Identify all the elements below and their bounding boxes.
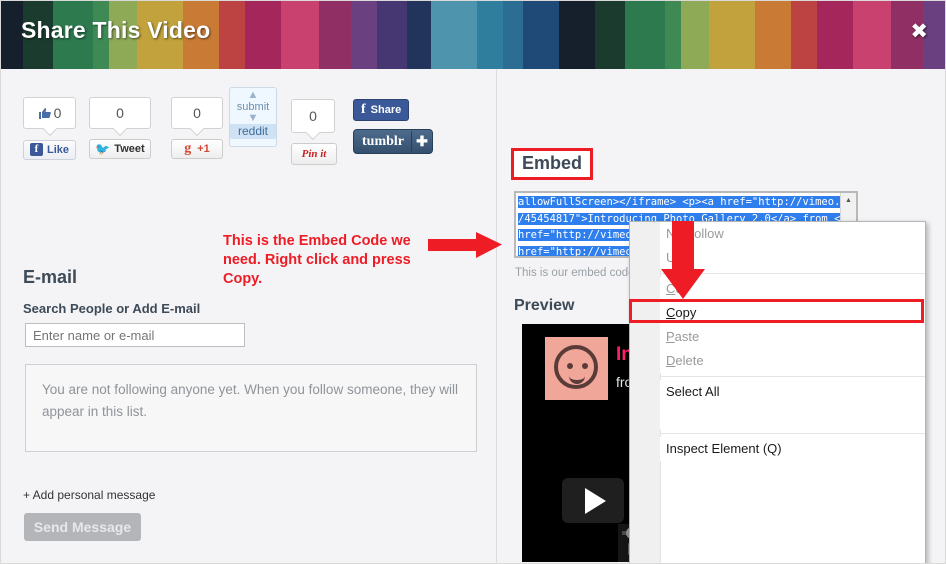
header-stripe [1, 1, 23, 69]
context-menu-item-select-all[interactable]: Select All [660, 380, 925, 404]
facebook-count-bubble: 0 [23, 97, 77, 129]
embed-section-heading: Embed [511, 148, 594, 180]
tumblr-label: tumblr [362, 133, 404, 149]
header-stripe [377, 1, 407, 69]
reddit-box[interactable]: ▲ submit ▼ reddit [229, 87, 277, 147]
google-plusone-label: +1 [197, 143, 210, 155]
google-count-bubble: 0 [171, 97, 223, 129]
header-stripe [407, 1, 431, 69]
header-stripe [219, 1, 245, 69]
embed-code-note: This is our embed code [515, 267, 635, 279]
annotation-text: This is the Embed Code we need. Right cl… [223, 233, 411, 287]
send-message-button[interactable]: Send Message [24, 513, 141, 541]
header-stripe [319, 1, 351, 69]
context-menu-separator [660, 433, 925, 434]
header-stripe [681, 1, 709, 69]
facebook-share-widget[interactable]: f Share tumblr ✚ [353, 99, 433, 154]
scroll-up-icon[interactable]: ▲ [841, 193, 856, 208]
share-video-dialog: Share This Video ✖ 0 f Like 0 🐦 Tweet 0 … [0, 0, 946, 564]
header-stripe [477, 1, 503, 69]
header-stripe [523, 1, 559, 69]
header-stripe [431, 1, 477, 69]
dialog-body: 0 f Like 0 🐦 Tweet 0 g +1 ▲ submit ▼ red… [1, 69, 945, 563]
email-search-label: Search People or Add E-mail [23, 301, 201, 316]
header-stripe [281, 1, 319, 69]
google-plusone-widget[interactable]: 0 g +1 [171, 97, 223, 159]
thumbs-up-icon [38, 108, 51, 119]
header-stripe [595, 1, 625, 69]
header-stripe [709, 1, 755, 69]
header-stripe [853, 1, 891, 69]
facebook-share-button[interactable]: f Share [353, 99, 410, 121]
header-stripe [245, 1, 281, 69]
pinterest-count: 0 [309, 108, 317, 124]
reddit-submit-widget[interactable]: ▲ submit ▼ reddit [229, 87, 277, 147]
facebook-like-widget[interactable]: 0 f Like [23, 97, 77, 160]
header-stripe [755, 1, 791, 69]
annotation-arrow-right-icon [428, 232, 502, 258]
pinterest-widget[interactable]: 0 Pin it [291, 99, 337, 165]
avatar [545, 337, 608, 400]
context-menu-item-copy[interactable]: Copy [660, 301, 925, 325]
google-plus-icon: g [184, 141, 192, 156]
tumblr-share-button[interactable]: tumblr ✚ [353, 129, 433, 154]
facebook-share-label: Share [370, 104, 402, 116]
facebook-like-button[interactable]: f Like [23, 139, 77, 160]
following-empty-state: You are not following anyone yet. When y… [25, 364, 477, 452]
header-stripe [559, 1, 573, 69]
facebook-count: 0 [53, 105, 62, 121]
google-plusone-button[interactable]: g +1 [171, 139, 223, 159]
pinit-button[interactable]: Pin it [291, 143, 337, 165]
twitter-tweet-widget[interactable]: 0 🐦 Tweet [89, 97, 151, 159]
twitter-bird-icon: 🐦 [95, 142, 111, 156]
twitter-count: 0 [116, 105, 124, 121]
reddit-label: reddit [230, 124, 276, 139]
facebook-icon: f [30, 143, 43, 156]
embed-code-line: allowFullScreen></iframe> <p><a href="ht… [518, 196, 858, 208]
dialog-header: Share This Video ✖ [1, 1, 945, 69]
context-menu-item-inspect-element-q[interactable]: Inspect Element (Q) [660, 437, 925, 461]
header-stripe [351, 1, 377, 69]
left-panel: 0 f Like 0 🐦 Tweet 0 g +1 ▲ submit ▼ red… [1, 69, 502, 563]
context-menu-gutter [630, 222, 661, 563]
context-menu-item-paste: Paste [660, 325, 925, 349]
reddit-upvote-icon[interactable]: ▲ [230, 90, 276, 101]
pinterest-count-bubble: 0 [291, 99, 335, 133]
page-title: Share This Video [21, 17, 211, 43]
email-section-heading: E-mail [23, 267, 78, 287]
header-stripe [817, 1, 853, 69]
tweet-button[interactable]: 🐦 Tweet [89, 139, 151, 159]
play-button[interactable] [562, 478, 624, 523]
header-stripe [625, 1, 665, 69]
tweet-label: Tweet [114, 143, 145, 155]
pinit-label: Pin it [301, 148, 327, 160]
facebook-icon: f [361, 102, 366, 117]
context-menu-spacer [660, 404, 925, 430]
facebook-like-label: Like [47, 143, 70, 156]
search-people-input[interactable] [25, 323, 245, 347]
header-stripe [503, 1, 523, 69]
close-icon[interactable]: ✖ [910, 21, 928, 42]
context-menu-separator [660, 376, 925, 377]
google-count: 0 [193, 105, 201, 121]
add-personal-message-link[interactable]: + Add personal message [23, 488, 155, 502]
reddit-downvote-icon[interactable]: ▼ [230, 113, 276, 124]
context-menu-item-delete: Delete [660, 349, 925, 373]
header-stripe [791, 1, 817, 69]
twitter-count-bubble: 0 [89, 97, 151, 129]
header-stripe [665, 1, 681, 69]
annotation-arrow-down-icon [661, 221, 705, 299]
header-stripe [573, 1, 595, 69]
tumblr-plus-icon[interactable]: ✚ [411, 131, 432, 152]
preview-heading: Preview [514, 297, 575, 314]
